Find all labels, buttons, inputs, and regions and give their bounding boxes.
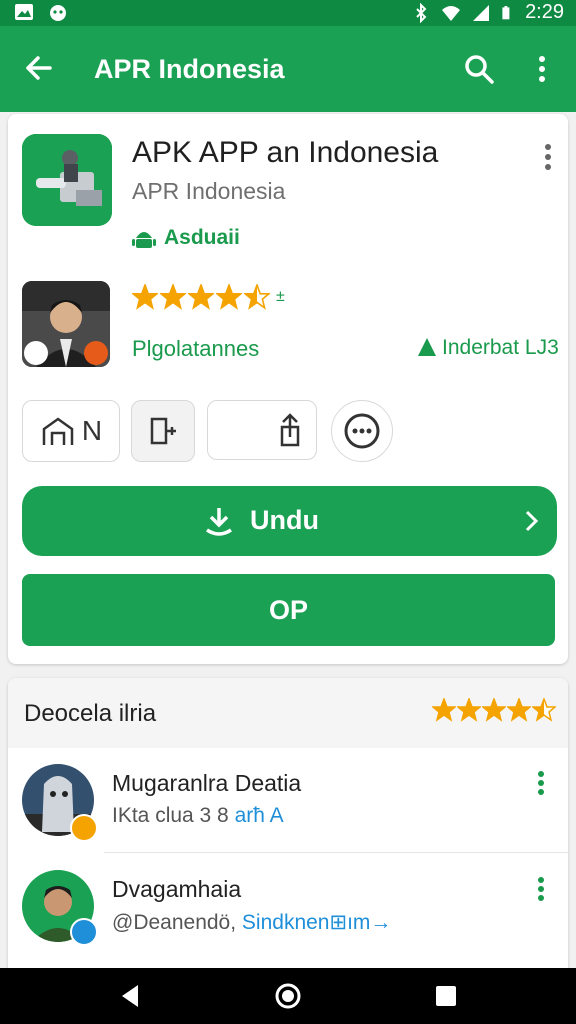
home-circle-icon[interactable] (274, 982, 302, 1010)
action-chip-home[interactable]: N (22, 400, 120, 462)
app-detail-card: APK APP an Indonesia APR Indonesia Asdua… (8, 114, 568, 664)
action-chip-more[interactable] (331, 400, 393, 462)
action-chip-share[interactable] (207, 400, 317, 460)
download-icon (206, 508, 232, 536)
category-badge-label: Asduaii (164, 226, 240, 249)
review-meta-link[interactable]: arħ A (235, 804, 284, 827)
recents-square-icon[interactable] (432, 982, 460, 1010)
open-button[interactable]: OP (22, 574, 555, 646)
verified-badge-icon (70, 814, 98, 842)
more-circle-icon (344, 413, 380, 449)
back-arrow-icon[interactable] (20, 50, 56, 86)
reviewer-name: Dvagamhaia (112, 876, 242, 902)
navigation-bar (0, 968, 576, 1024)
card-overflow-icon[interactable] (536, 142, 560, 172)
review-meta-text: @Deanendö, (112, 911, 242, 934)
star-icon (188, 284, 214, 310)
review-meta-link[interactable]: Sindknen⊞ım→ (242, 911, 392, 934)
review-item[interactable]: Mugaranlra Deatia IKta clua 3 8 arħ A (8, 748, 568, 852)
verified-badge-icon (70, 918, 98, 946)
review-meta: IKta clua 3 8 arħ A (112, 804, 284, 828)
signal-icon (473, 4, 490, 21)
star-icon (432, 698, 456, 722)
status-bar: 2:29 (0, 0, 576, 26)
clock-time: 2:29 (525, 1, 564, 23)
app-name: APK APP an Indonesia (132, 136, 439, 169)
review-overflow-icon[interactable] (536, 876, 546, 906)
leaf-icon (418, 338, 436, 356)
house-icon (42, 417, 74, 445)
star-icon (532, 698, 556, 722)
review-meta-text: IKta clua 3 8 (112, 804, 235, 827)
category-badge[interactable]: Asduaii (132, 226, 240, 250)
star-icon (457, 698, 481, 722)
review-meta: @Deanendö, Sindknen⊞ım→ (112, 910, 391, 935)
star-icon (482, 698, 506, 722)
action-chip-home-label: N (81, 415, 103, 446)
download-button[interactable]: Undu (22, 486, 557, 556)
star-icon (160, 284, 186, 310)
review-item[interactable]: Dvagamhaia @Deanendö, Sindknen⊞ım→ (8, 854, 568, 958)
app-bar-title: APR Indonesia (94, 54, 285, 84)
share-icon (280, 413, 300, 447)
bluetooth-icon (416, 2, 427, 23)
rating-label: Plgolatannes (132, 336, 260, 361)
developer-name[interactable]: APR Indonesia (132, 178, 285, 205)
reviews-card: Deocela ilria Mugaranlra Deatia IKta clu… (8, 678, 568, 978)
install-info-label: Inderbat LJ3 (442, 336, 559, 359)
publisher-avatar[interactable] (22, 281, 110, 367)
reviews-header: Deocela ilria (8, 678, 568, 748)
reviewer-name: Mugaranlra Deatia (112, 770, 302, 796)
overflow-menu-icon[interactable] (528, 52, 556, 86)
download-button-label: Undu (250, 505, 319, 535)
star-icon (507, 698, 531, 722)
star-icon (132, 284, 158, 310)
reviews-rating-stars (432, 698, 556, 722)
chevron-right-icon (525, 510, 539, 532)
android-icon (132, 232, 156, 248)
star-icon (216, 284, 242, 310)
app-icon (22, 134, 112, 226)
search-icon[interactable] (462, 52, 496, 86)
wifi-icon (442, 5, 461, 21)
app-rating-stars: ± (132, 284, 285, 310)
app-bar: APR Indonesia (0, 26, 576, 112)
star-icon (244, 284, 270, 310)
speaker-icon (150, 417, 176, 445)
action-chip-speaker[interactable] (131, 400, 195, 462)
divider (104, 852, 568, 853)
reviews-title: Deocela ilria (24, 700, 157, 727)
cat-icon (50, 5, 66, 21)
battery-icon (502, 5, 510, 19)
rating-suffix: ± (276, 288, 285, 305)
review-overflow-icon[interactable] (536, 770, 546, 800)
image-icon (15, 4, 33, 20)
install-info: Inderbat LJ3 (418, 336, 559, 360)
back-triangle-icon[interactable] (116, 982, 144, 1010)
